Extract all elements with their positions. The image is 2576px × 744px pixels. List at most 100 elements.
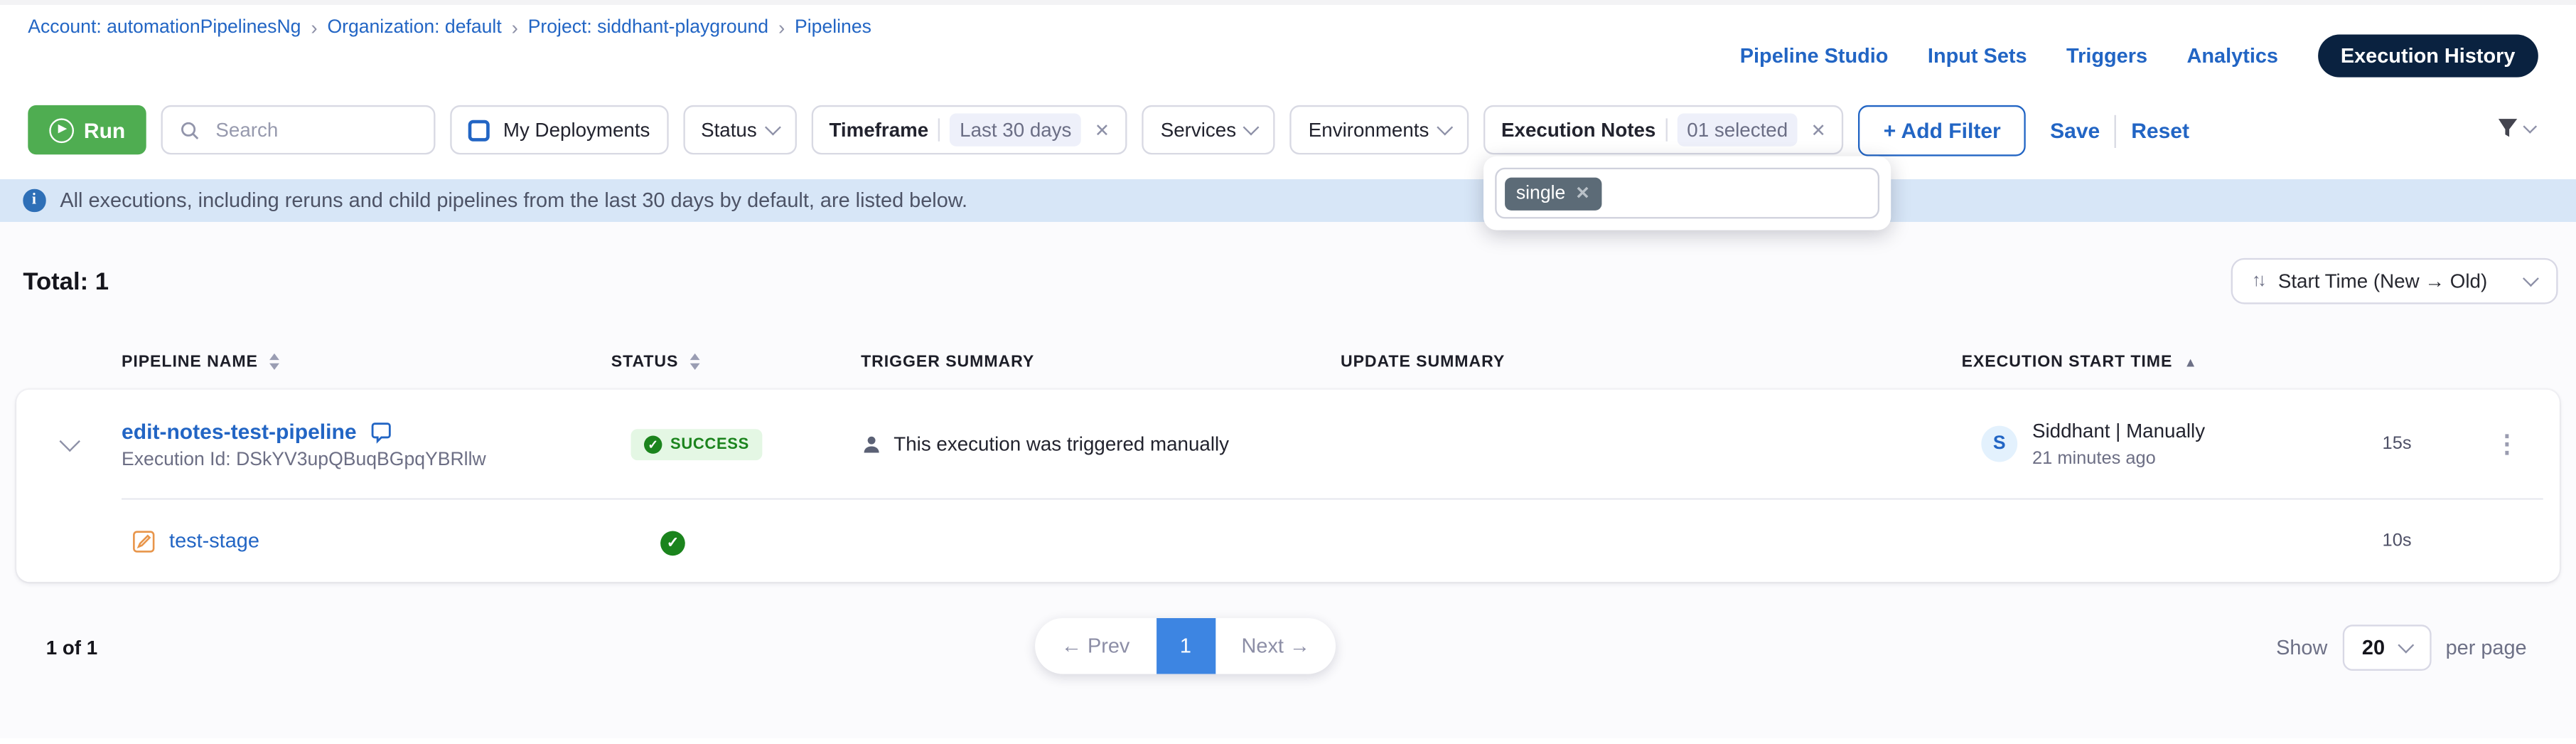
save-filter-button[interactable]: Save	[2050, 118, 2100, 143]
chevron-right-icon: ›	[311, 16, 317, 39]
page-info: 1 of 1	[46, 636, 97, 659]
breadcrumb-organization[interactable]: Organization: default	[327, 18, 501, 38]
tab-execution-history[interactable]: Execution History	[2317, 35, 2538, 78]
stage-success-icon: ✓	[660, 531, 685, 556]
my-deployments-label: My Deployments	[503, 118, 650, 141]
tab-input-sets[interactable]: Input Sets	[1928, 44, 2027, 67]
execution-row[interactable]: edit-notes-test-pipeline Execution Id: D…	[16, 390, 2560, 499]
divider	[2115, 115, 2116, 147]
chevron-right-icon: ›	[778, 16, 785, 39]
stage-edit-icon	[132, 528, 156, 553]
my-deployments-checkbox[interactable]	[468, 119, 490, 141]
per-page-label: per page	[2446, 636, 2527, 659]
chevron-right-icon: ›	[512, 16, 518, 39]
note-tag: single ✕	[1505, 176, 1601, 209]
chevron-down-icon	[58, 431, 79, 452]
run-button-label: Run	[84, 117, 125, 142]
execution-id: Execution Id: DSkYV3upQBuqBGpqYBRllw	[122, 450, 611, 469]
info-icon: i	[23, 189, 45, 211]
status-badge: ✓ SUCCESS	[631, 429, 763, 460]
execution-history-page: Account: automationPipelinesNg › Organiz…	[0, 0, 2576, 744]
row-expander[interactable]	[16, 439, 122, 449]
next-page-button[interactable]: Next →	[1215, 634, 1336, 657]
tab-triggers[interactable]: Triggers	[2066, 44, 2147, 67]
saved-filters-button[interactable]	[2496, 117, 2535, 139]
prev-page-button[interactable]: ← Prev	[1035, 634, 1156, 657]
page-header: Account: automationPipelinesNg › Organiz…	[0, 0, 2576, 87]
breadcrumb-project[interactable]: Project: siddhant-playground	[528, 18, 768, 38]
divider	[1665, 118, 1667, 141]
services-filter-label: Services	[1161, 118, 1236, 141]
stage-row[interactable]: test-stage ✓ 10s	[16, 500, 2560, 583]
breadcrumb-pipelines[interactable]: Pipelines	[795, 18, 871, 38]
services-filter[interactable]: Services	[1142, 105, 1275, 154]
chevron-down-icon	[1244, 119, 1260, 136]
row-menu-icon[interactable]: ⋮	[2454, 432, 2560, 457]
pipeline-name-link[interactable]: edit-notes-test-pipeline	[122, 418, 357, 443]
total-count: Total: 1	[23, 267, 109, 295]
chevron-down-icon	[1437, 119, 1453, 136]
column-sort-icon	[690, 353, 700, 370]
current-page-button[interactable]: 1	[1156, 618, 1215, 674]
comment-icon[interactable]	[370, 420, 392, 443]
pipeline-tabs: Pipeline Studio Input Sets Triggers Anal…	[1740, 35, 2538, 78]
timeframe-label: Timeframe	[829, 118, 928, 141]
timeframe-filter[interactable]: Timeframe Last 30 days ✕	[811, 105, 1127, 154]
my-deployments-toggle[interactable]: My Deployments	[451, 105, 668, 154]
remove-tag-icon[interactable]: ✕	[1575, 184, 1589, 203]
filter-toolbar: ▶ Run My Deployments Status Timeframe La…	[0, 87, 2576, 179]
pagination: ← Prev 1 Next →	[1035, 618, 1336, 674]
execution-notes-filter[interactable]: Execution Notes 01 selected ✕	[1483, 105, 1845, 154]
triggered-by: Siddhant | Manually	[2032, 419, 2205, 442]
clear-execution-notes-icon[interactable]: ✕	[1811, 119, 1826, 141]
search-icon	[180, 119, 201, 141]
avatar: S	[1981, 426, 2017, 462]
start-time-relative: 21 minutes ago	[2032, 449, 2205, 469]
header-update-summary: UPDATE SUMMARY	[1341, 353, 1962, 371]
stage-duration: 10s	[2339, 531, 2454, 551]
add-filter-button[interactable]: + Add Filter	[1859, 105, 2025, 156]
timeframe-value: Last 30 days	[950, 113, 1081, 146]
trigger-summary-text: This execution was triggered manually	[893, 432, 1229, 455]
clear-timeframe-icon[interactable]: ✕	[1095, 119, 1110, 141]
reset-filter-button[interactable]: Reset	[2131, 118, 2189, 143]
execution-notes-input[interactable]: single ✕	[1495, 168, 1879, 219]
chevron-down-icon	[2523, 270, 2539, 287]
search-input[interactable]	[213, 117, 418, 143]
per-page-select[interactable]: 20	[2342, 625, 2431, 671]
execution-notes-dropdown: single ✕	[1483, 156, 1891, 230]
execution-card: edit-notes-test-pipeline Execution Id: D…	[16, 390, 2560, 582]
info-banner: i All executions, including reruns and c…	[0, 179, 2576, 222]
status-filter[interactable]: Status	[683, 105, 797, 154]
table-header-row: PIPELINE NAME STATUS TRIGGER SUMMARY UPD…	[16, 347, 2560, 377]
chevron-down-icon	[764, 119, 780, 136]
execution-duration: 15s	[2339, 434, 2454, 454]
executions-list-section: Total: 1 ↑↓ Start Time (New → Old) PIPEL…	[0, 222, 2576, 738]
sort-ascending-icon: ▲	[2184, 354, 2197, 369]
header-trigger-summary: TRIGGER SUMMARY	[861, 353, 1341, 371]
breadcrumb: Account: automationPipelinesNg › Organiz…	[28, 16, 871, 39]
breadcrumb-account[interactable]: Account: automationPipelinesNg	[28, 18, 301, 38]
per-page-value: 20	[2362, 636, 2385, 659]
environments-filter[interactable]: Environments	[1290, 105, 1468, 154]
header-pipeline-name[interactable]: PIPELINE NAME	[122, 353, 611, 371]
header-status[interactable]: STATUS	[611, 353, 861, 371]
stage-name-link[interactable]: test-stage	[169, 529, 259, 552]
sort-dropdown[interactable]: ↑↓ Start Time (New → Old)	[2231, 258, 2558, 304]
divider	[938, 118, 940, 141]
execution-notes-value: 01 selected	[1677, 113, 1798, 146]
chevron-down-icon	[2523, 119, 2537, 133]
sort-dropdown-label: Start Time (New → Old)	[2278, 270, 2487, 292]
status-badge-label: SUCCESS	[670, 435, 749, 453]
info-banner-text: All executions, including reruns and chi…	[60, 189, 967, 212]
show-label: Show	[2276, 636, 2327, 659]
chevron-down-icon	[2398, 637, 2414, 654]
search-box[interactable]	[161, 105, 436, 154]
pagination-footer: 1 of 1 ← Prev 1 Next → Show 20 per page	[0, 615, 2576, 680]
play-icon: ▶	[49, 117, 74, 142]
tab-analytics[interactable]: Analytics	[2187, 44, 2278, 67]
note-tag-label: single	[1516, 184, 1565, 203]
run-button[interactable]: ▶ Run	[28, 105, 146, 154]
header-execution-start-time[interactable]: EXECUTION START TIME ▲	[1962, 353, 2340, 371]
tab-pipeline-studio[interactable]: Pipeline Studio	[1740, 44, 1889, 67]
